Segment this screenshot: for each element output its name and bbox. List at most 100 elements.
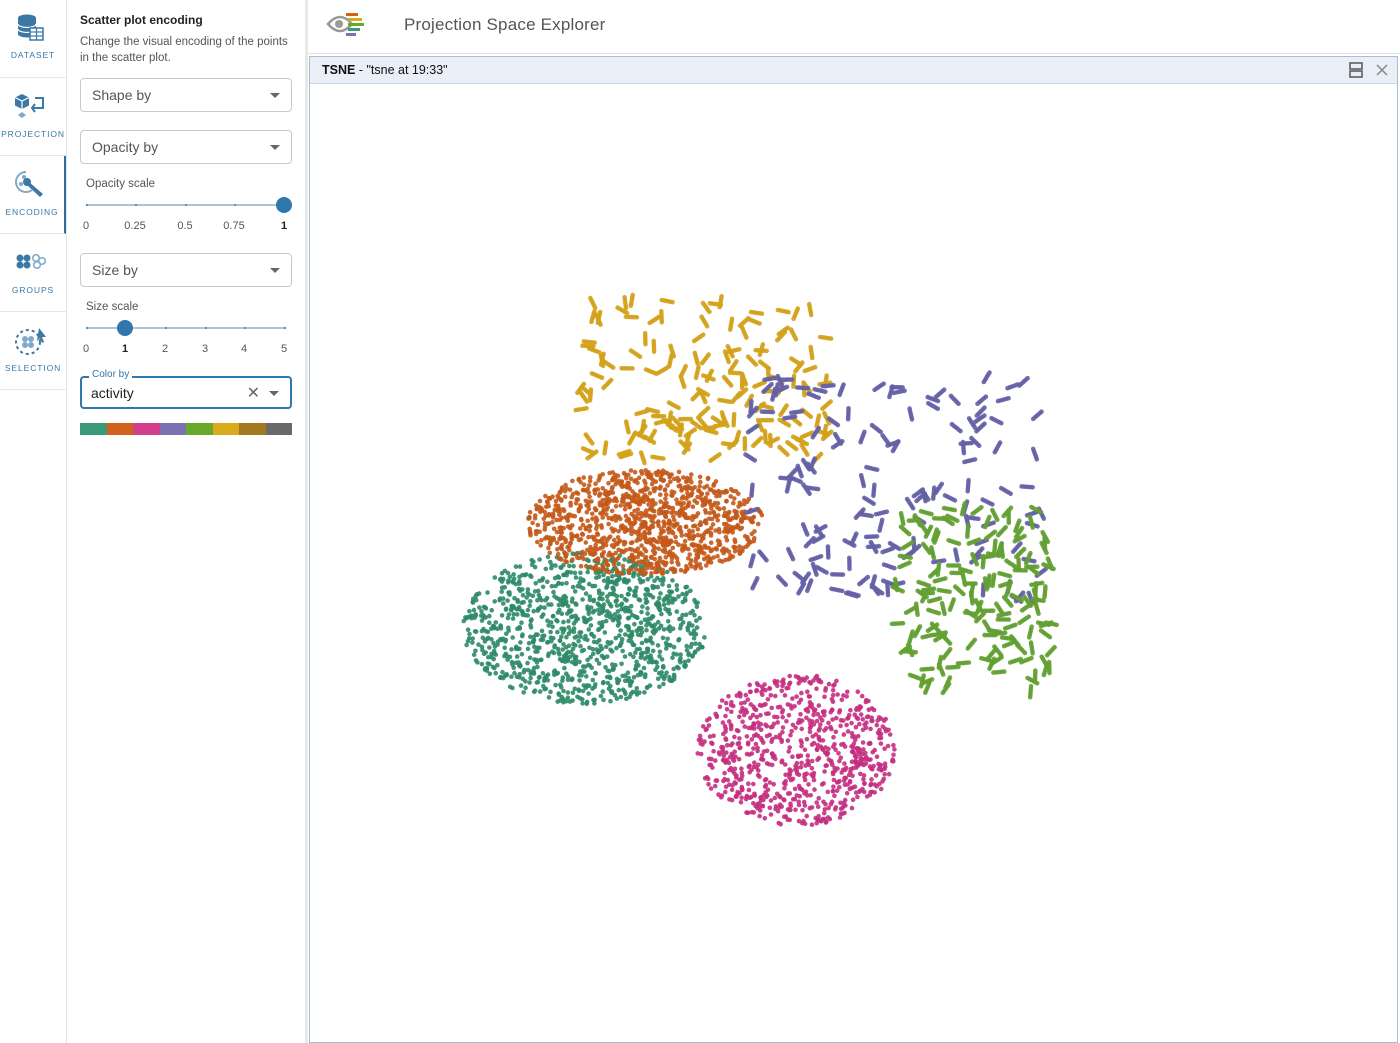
sidebar-item-groups[interactable]: GROUPS <box>0 234 66 312</box>
opacity-scale-thumb[interactable] <box>276 197 292 213</box>
scatter-point <box>491 656 496 662</box>
scatter-point <box>639 429 645 435</box>
scatter-point <box>748 715 753 721</box>
scatter-point <box>588 623 594 628</box>
scatter-point <box>800 439 806 445</box>
scatter-point <box>702 551 707 556</box>
scatter-point <box>826 746 831 752</box>
scatter-point <box>669 489 675 495</box>
scatter-point <box>791 384 796 389</box>
scatter-point <box>650 648 656 654</box>
scatter-point <box>880 724 886 729</box>
scatter-point <box>616 561 621 567</box>
scatter-point <box>759 753 765 758</box>
scatter-point <box>559 634 564 640</box>
scatter-point <box>464 642 469 648</box>
palette-swatch <box>133 423 160 435</box>
sidebar-item-dataset[interactable]: DATASET <box>0 0 66 78</box>
encoding-brush-icon <box>15 171 43 197</box>
slider-mark: 0.25 <box>124 220 146 232</box>
scatter-point <box>479 609 484 614</box>
scatter-plot[interactable] <box>310 85 1397 1042</box>
scatter-point <box>786 474 792 480</box>
scatter-point <box>611 475 616 481</box>
scatter-point <box>578 503 583 508</box>
scatter-point <box>1030 416 1036 422</box>
scatter-point <box>863 534 869 540</box>
scatter-point <box>803 789 809 795</box>
scatter-point <box>739 766 744 771</box>
scatter-point <box>628 476 634 482</box>
scatter-point <box>518 683 524 688</box>
scatter-point <box>822 713 827 718</box>
scatter-point <box>820 406 825 412</box>
scatter-point <box>724 489 730 495</box>
scatter-point <box>863 725 869 730</box>
scatter-point <box>623 540 628 545</box>
scatter-point <box>596 627 601 633</box>
scatter-point <box>874 549 879 555</box>
scatter-point <box>521 669 527 675</box>
scatter-point <box>663 492 669 498</box>
scatter-point <box>596 567 601 572</box>
scatter-point <box>814 746 820 752</box>
panel-splitter[interactable] <box>305 0 308 1043</box>
clear-icon[interactable]: ✕ <box>247 383 260 403</box>
size-scale-slider[interactable] <box>86 319 286 339</box>
scatter-point <box>606 570 612 575</box>
opacity-scale-slider[interactable] <box>86 196 292 216</box>
scatter-point <box>850 797 856 803</box>
shape-by-select[interactable]: Shape by <box>80 78 292 112</box>
scatter-point <box>842 797 848 803</box>
sidebar-item-encoding[interactable]: ENCODING <box>0 156 66 234</box>
size-scale-thumb[interactable] <box>117 320 133 336</box>
scatter-point <box>657 486 663 491</box>
scatter-point <box>871 501 876 507</box>
sidebar-item-projection[interactable]: PROJECTION <box>0 78 66 156</box>
scatter-point <box>643 570 648 576</box>
scatter-point <box>495 662 500 668</box>
scatter-point <box>577 580 582 585</box>
scatter-point <box>658 623 664 629</box>
scatter-point <box>590 610 596 615</box>
scatter-point <box>814 572 819 577</box>
scatter-point <box>723 713 728 719</box>
close-icon[interactable] <box>1373 61 1391 79</box>
scatter-point <box>546 695 552 700</box>
scatter-point <box>874 722 880 728</box>
scatter-point <box>628 609 633 614</box>
scatter-point <box>770 754 776 760</box>
scatter-point <box>627 504 633 509</box>
scatter-point <box>489 637 494 642</box>
scatter-point <box>609 508 615 514</box>
scatter-point <box>637 646 643 652</box>
split-view-icon[interactable] <box>1347 61 1365 79</box>
scatter-point <box>570 478 575 484</box>
opacity-by-select[interactable]: Opacity by <box>80 130 292 164</box>
size-by-select[interactable]: Size by <box>80 253 292 287</box>
color-by-select[interactable]: Color by activity ✕ <box>80 369 292 409</box>
scatter-point <box>622 506 628 512</box>
scatter-point <box>796 783 802 789</box>
scatter-point <box>779 688 785 694</box>
scatter-point <box>809 742 815 747</box>
scatter-point <box>485 661 491 666</box>
scatter-point <box>585 456 590 461</box>
scatter-point <box>530 639 536 645</box>
scatter-point <box>713 528 718 533</box>
scatter-point <box>606 669 612 674</box>
sidebar-item-selection[interactable]: SELECTION <box>0 312 66 390</box>
scatter-point <box>738 550 743 555</box>
scatter-point <box>793 446 799 452</box>
scatter-point <box>811 712 816 718</box>
scatter-point <box>696 488 701 493</box>
scatter-point <box>483 650 488 655</box>
scatter-point <box>626 570 632 575</box>
scatter-point <box>823 802 828 807</box>
scatter-point <box>815 757 820 762</box>
scatter-point <box>734 794 739 799</box>
scatter-point <box>638 655 644 660</box>
scatter-point <box>617 615 622 621</box>
scatter-point <box>579 554 585 559</box>
scatter-point <box>688 610 693 616</box>
